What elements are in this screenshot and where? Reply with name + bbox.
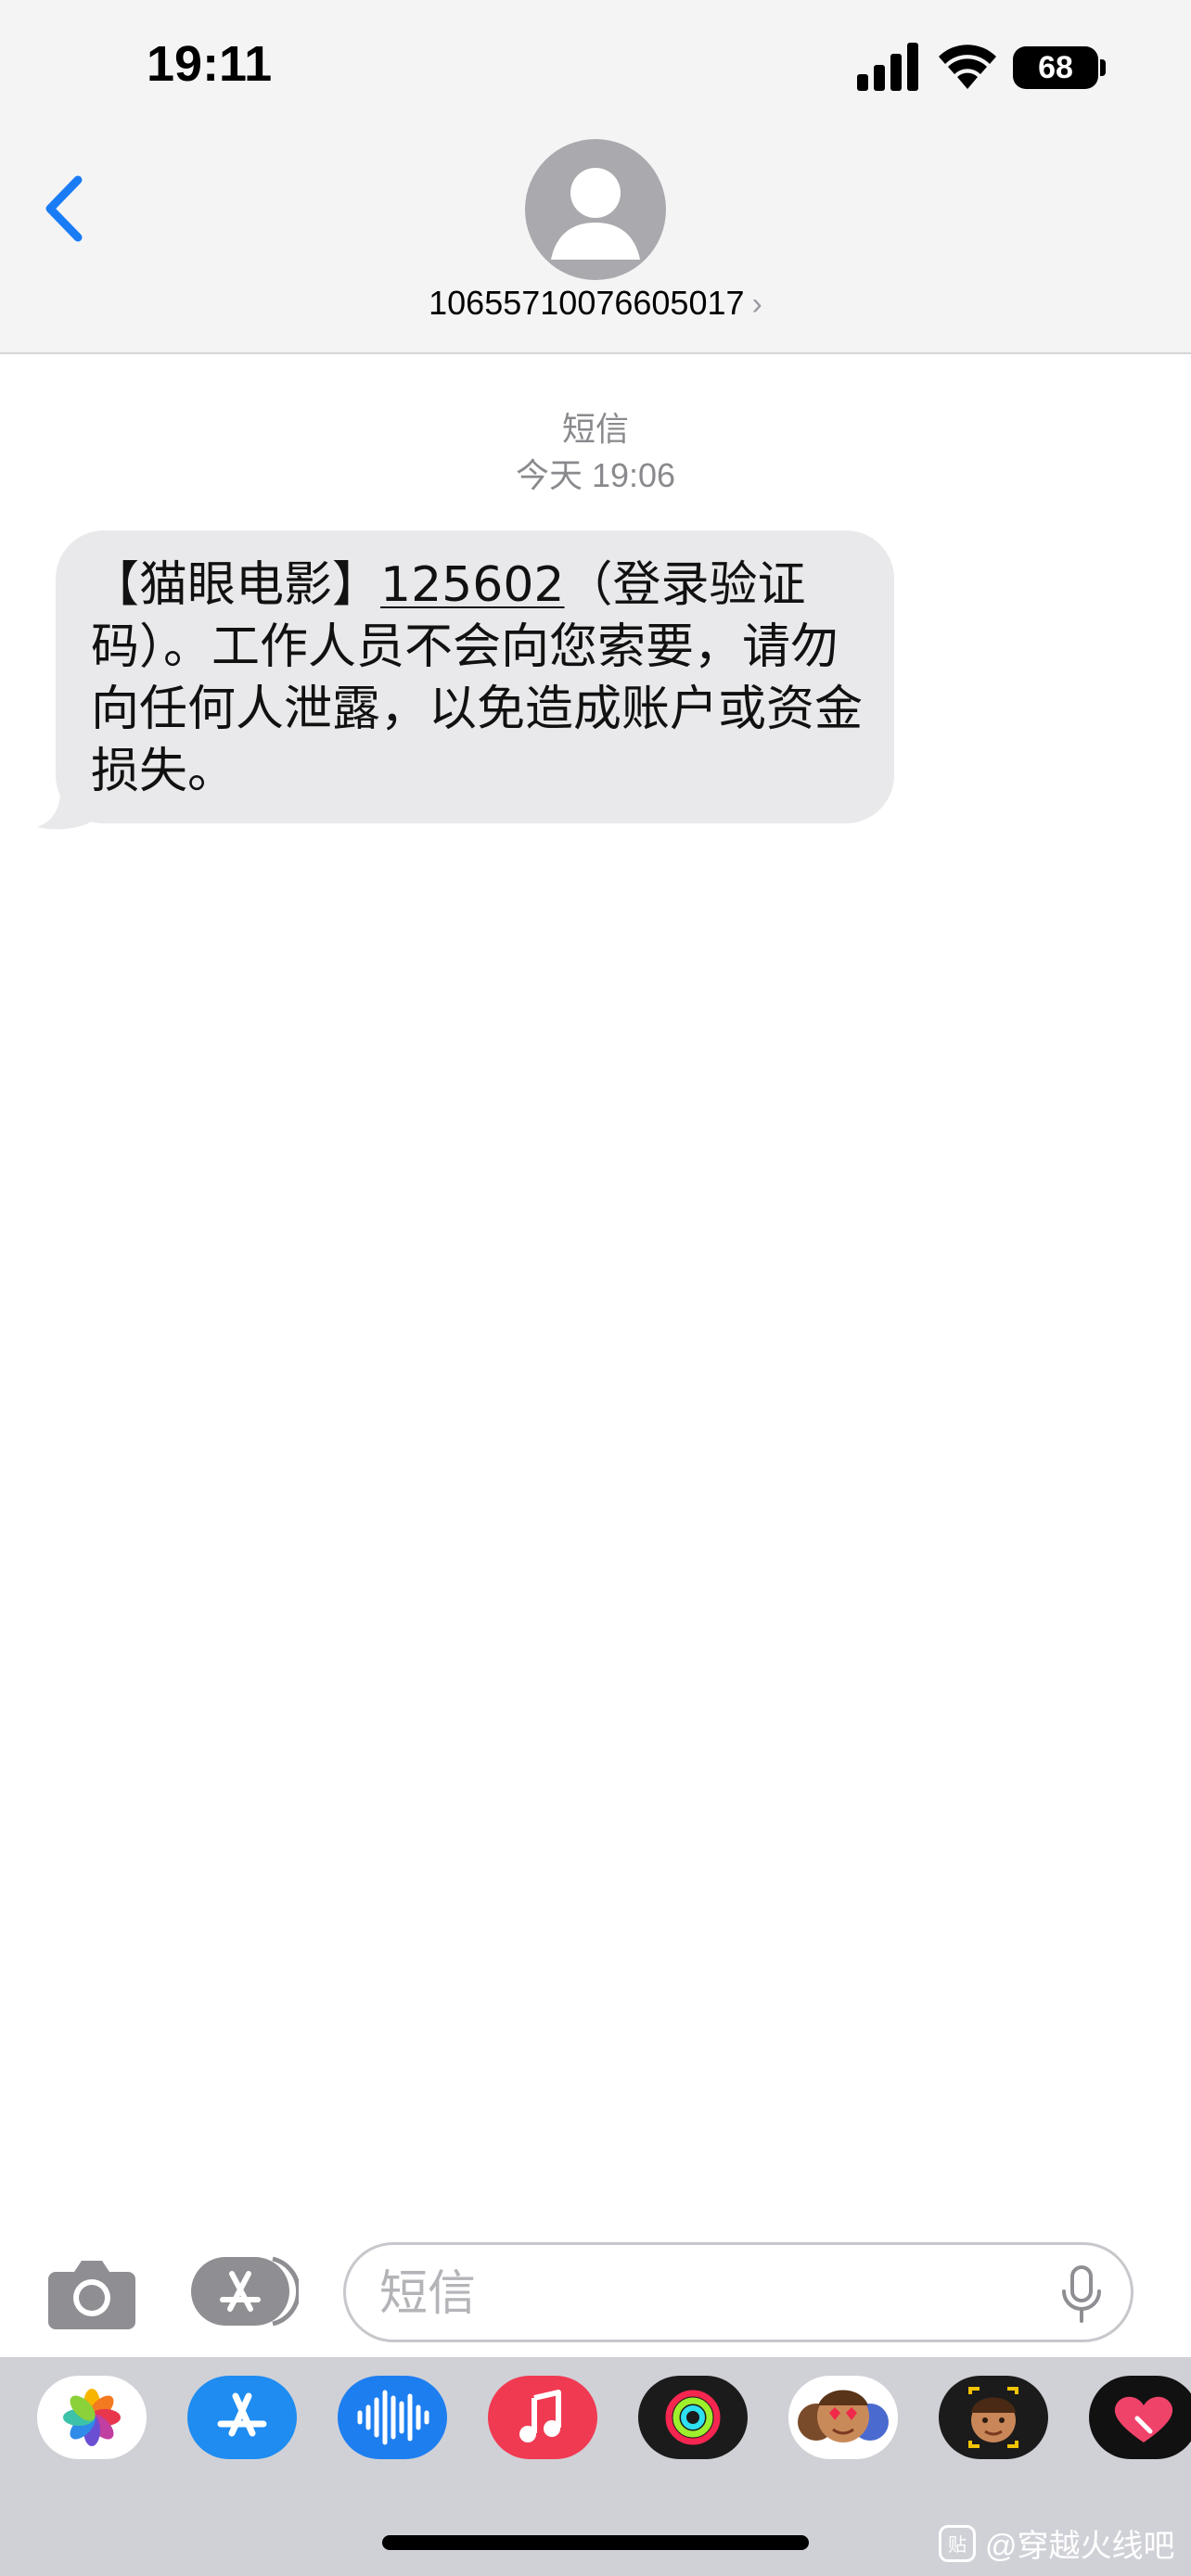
message-sender-tag: 【猫眼电影】 xyxy=(91,557,381,613)
home-indicator[interactable] xyxy=(382,2535,809,2550)
incoming-message-bubble[interactable]: 【猫眼电影】125602（登录验证码）。工作人员不会向您索要，请勿向任何人泄露，… xyxy=(56,530,894,823)
music-note-icon xyxy=(519,2390,561,2442)
wifi-icon xyxy=(939,45,996,89)
app-store-glyph-icon xyxy=(217,2392,267,2437)
contact-number-row[interactable]: 10655710076605017 › xyxy=(0,284,1191,323)
memoji-app-icon[interactable] xyxy=(939,2376,1048,2459)
digital-touch-app-icon[interactable] xyxy=(1089,2376,1191,2459)
battery-level: 68 xyxy=(1038,49,1073,85)
verification-code[interactable]: 125602 xyxy=(380,557,565,613)
status-time: 19:11 xyxy=(147,36,273,92)
audio-messages-app-icon[interactable] xyxy=(338,2376,447,2459)
battery-tip xyxy=(1100,59,1106,76)
conversation-header: 19:11 68 10655710076605017 › xyxy=(0,0,1191,354)
fitness-app-icon[interactable] xyxy=(638,2376,748,2459)
chevron-right-icon: › xyxy=(751,287,762,322)
memoji-stickers-app-icon[interactable] xyxy=(788,2376,898,2459)
waveform-icon xyxy=(357,2390,429,2445)
app-store-icon[interactable] xyxy=(191,2253,299,2329)
message-timestamp: 今天 19:06 xyxy=(515,456,676,494)
watermark: 贴 @穿越火线吧 xyxy=(939,2520,1175,2566)
contact-avatar[interactable] xyxy=(525,139,666,280)
photos-flower-icon xyxy=(63,2389,121,2446)
message-service-label: 短信 xyxy=(561,410,629,448)
watermark-text: @穿越火线吧 xyxy=(985,2529,1175,2564)
memoji-stickers-icon xyxy=(798,2390,889,2442)
tieba-logo-icon: 贴 xyxy=(939,2524,976,2562)
message-input[interactable] xyxy=(378,2258,1031,2330)
heart-touch-icon xyxy=(1114,2396,1173,2442)
person-icon xyxy=(551,168,640,260)
chevron-left-icon[interactable] xyxy=(37,167,93,250)
memoji-face-icon xyxy=(968,2387,1018,2448)
app-store-app-icon[interactable] xyxy=(187,2376,297,2459)
photos-app-icon[interactable] xyxy=(37,2376,147,2459)
music-app-icon[interactable] xyxy=(488,2376,597,2459)
contact-number: 10655710076605017 xyxy=(429,284,745,322)
activity-rings-icon xyxy=(665,2390,721,2445)
battery-icon: 68 xyxy=(1013,46,1098,89)
camera-icon[interactable] xyxy=(48,2255,135,2329)
message-input-field[interactable] xyxy=(343,2242,1133,2342)
cellular-signal-icon xyxy=(857,43,918,91)
microphone-icon[interactable] xyxy=(1060,2265,1103,2325)
